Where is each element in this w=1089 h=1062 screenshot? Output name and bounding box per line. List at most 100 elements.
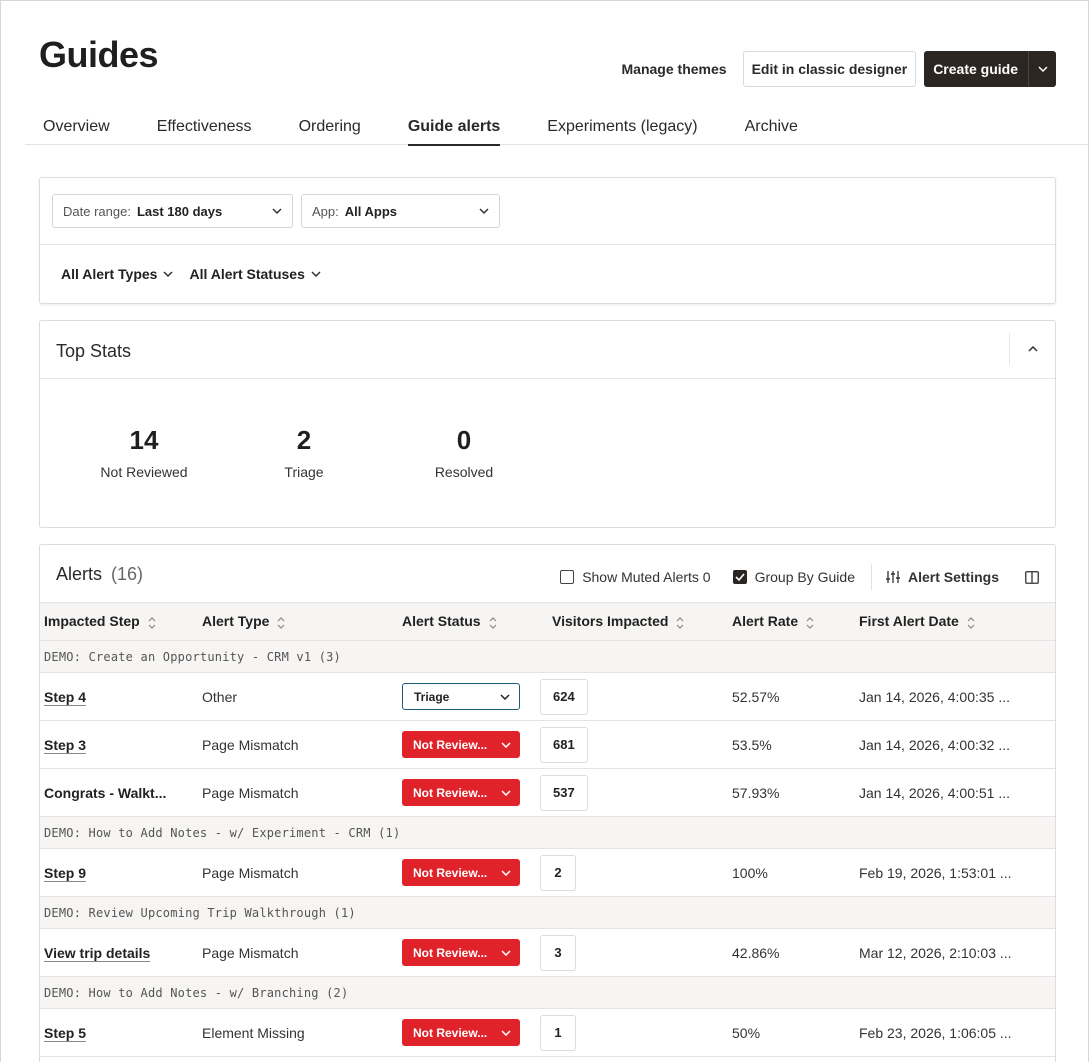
show-muted-checkbox[interactable] (560, 570, 575, 584)
col-alert-rate[interactable]: Alert Rate (728, 603, 855, 641)
create-guide-label: Create guide (933, 61, 1018, 77)
impacted-step-link[interactable]: Step 5 (44, 1025, 86, 1041)
alert-settings-button[interactable]: Alert Settings (885, 569, 999, 585)
guide-group-name: DEMO: Review Upcoming Trip Walkthrough (… (44, 905, 356, 920)
columns-toggle-button[interactable] (1025, 570, 1039, 584)
alert-status-select[interactable]: Not Review... (402, 1019, 520, 1046)
first-alert-date: Mar 12, 2026, 2:10:03 ... (859, 945, 1012, 962)
visitors-impacted-button[interactable]: 3 (540, 934, 576, 971)
col-label: Alert Rate (732, 613, 799, 630)
guide-group-name: DEMO: How to Add Notes - w/ Branching (2… (44, 985, 349, 1000)
alert-types-label: All Alert Types (61, 266, 158, 282)
table-row: Step 5 Element Missing Not Review... 1 5… (40, 1009, 1055, 1057)
collapse-top-stats-button[interactable] (1009, 333, 1055, 365)
alert-status-value: Triage (414, 689, 450, 704)
stat-value: 14 (129, 425, 159, 455)
alert-type: Page Mismatch (202, 944, 299, 961)
guide-group-row: DEMO: How to Add Notes - w/ Branching (2… (40, 976, 1055, 1009)
visitors-impacted-button[interactable]: 2 (540, 854, 576, 891)
alerts-table: Impacted Step Alert Type Alert Status Vi… (40, 602, 1055, 1057)
table-row: Step 4 Other Triage 624 52.57% Jan 14, 2… (40, 673, 1055, 721)
sort-icon (489, 616, 497, 629)
checkmark-icon (735, 573, 745, 581)
alerts-count: (16) (111, 564, 144, 584)
impacted-step-link[interactable]: View trip details (44, 945, 150, 961)
chevron-down-icon (501, 869, 511, 876)
col-label: Alert Type (202, 613, 270, 630)
stat-not-reviewed: 14 Not Reviewed (64, 425, 224, 480)
impacted-step-link[interactable]: Congrats - Walkt... (44, 785, 166, 801)
alert-rate: 50% (732, 1024, 761, 1041)
alert-status-value: Not Review... (413, 785, 488, 800)
tab-experiments-legacy[interactable]: Experiments (legacy) (529, 109, 715, 145)
alert-status-select[interactable]: Triage (402, 683, 520, 710)
create-guide-dropdown[interactable] (1028, 51, 1056, 87)
stat-triage: 2 Triage (224, 425, 384, 480)
sort-icon (967, 616, 975, 629)
alert-type: Element Missing (202, 1024, 305, 1041)
filters-card: Date range: Last 180 days App: All Apps … (39, 177, 1056, 304)
alert-status-select[interactable]: Not Review... (402, 939, 520, 966)
manage-themes-button[interactable]: Manage themes (614, 51, 735, 87)
alerts-header: Alerts (16) Show Muted Alerts 0 Group By… (40, 545, 1055, 602)
show-muted-label: Show Muted Alerts 0 (582, 569, 711, 585)
tab-archive[interactable]: Archive (727, 109, 816, 145)
top-stats-title: Top Stats (56, 341, 132, 361)
chevron-down-icon (501, 949, 511, 956)
alerts-card: Alerts (16) Show Muted Alerts 0 Group By… (39, 544, 1056, 1062)
alert-status-select[interactable]: Not Review... (402, 779, 520, 806)
impacted-step-link[interactable]: Step 3 (44, 737, 86, 753)
table-row: Step 3 Page Mismatch Not Review... 681 5… (40, 721, 1055, 769)
header-actions: Manage themes Edit in classic designer C… (614, 51, 1056, 87)
app-value: All Apps (344, 203, 397, 219)
alert-status-select[interactable]: Not Review... (402, 731, 520, 758)
col-first-alert-date[interactable]: First Alert Date (855, 603, 1055, 641)
columns-icon (1025, 570, 1039, 584)
tab-guide-alerts[interactable]: Guide alerts (390, 109, 518, 146)
impacted-step-link[interactable]: Step 4 (44, 689, 86, 705)
stat-label: Triage (284, 464, 324, 480)
chevron-down-icon (163, 271, 173, 277)
tab-overview[interactable]: Overview (25, 109, 128, 145)
visitors-impacted-button[interactable]: 681 (540, 726, 588, 763)
filter-row-selects: Date range: Last 180 days App: All Apps (40, 178, 1055, 245)
create-guide-button[interactable]: Create guide (924, 51, 1056, 87)
col-label: First Alert Date (859, 613, 959, 630)
guide-group-name: DEMO: How to Add Notes - w/ Experiment -… (44, 825, 401, 840)
stat-value: 2 (296, 425, 312, 455)
chevron-down-icon (500, 693, 510, 700)
filter-row-dropdowns: All Alert Types All Alert Statuses (40, 245, 1055, 303)
alert-status-value: Not Review... (413, 865, 488, 880)
alert-status-select[interactable]: Not Review... (402, 859, 520, 886)
page-frame: Guides Manage themes Edit in classic des… (0, 0, 1089, 1062)
toolbar-divider (870, 564, 872, 590)
edit-classic-designer-button[interactable]: Edit in classic designer (742, 51, 917, 87)
stat-value: 0 (456, 425, 472, 455)
table-row: Step 9 Page Mismatch Not Review... 2 100… (40, 849, 1055, 897)
visitors-impacted-button[interactable]: 624 (540, 678, 588, 715)
group-by-guide-checkbox[interactable] (732, 570, 747, 584)
col-label: Alert Status (402, 613, 481, 630)
tab-ordering[interactable]: Ordering (281, 109, 379, 145)
first-alert-date: Jan 14, 2026, 4:00:35 ... (859, 689, 1011, 706)
col-alert-type[interactable]: Alert Type (198, 603, 398, 641)
alert-rate: 57.93% (732, 784, 780, 801)
guide-group-row: DEMO: How to Add Notes - w/ Experiment -… (40, 816, 1055, 849)
alert-statuses-dropdown[interactable]: All Alert Statuses (189, 266, 321, 282)
alert-types-dropdown[interactable]: All Alert Types (61, 266, 173, 282)
col-alert-status[interactable]: Alert Status (398, 603, 548, 641)
alert-type: Page Mismatch (202, 864, 299, 881)
impacted-step-link[interactable]: Step 9 (44, 865, 86, 881)
table-row: Congrats - Walkt... Page Mismatch Not Re… (40, 769, 1055, 817)
col-impacted-step[interactable]: Impacted Step (40, 603, 198, 641)
alert-statuses-label: All Alert Statuses (189, 266, 305, 282)
alerts-title-text: Alerts (56, 564, 103, 584)
visitors-impacted-button[interactable]: 537 (540, 774, 588, 811)
visitors-impacted-button[interactable]: 1 (540, 1014, 576, 1051)
app-select[interactable]: App: All Apps (301, 194, 500, 228)
alert-rate: 42.86% (732, 944, 780, 961)
col-visitors-impacted[interactable]: Visitors Impacted (548, 603, 728, 641)
tab-effectiveness[interactable]: Effectiveness (139, 109, 270, 145)
table-row: View trip details Page Mismatch Not Revi… (40, 929, 1055, 977)
date-range-select[interactable]: Date range: Last 180 days (52, 194, 293, 228)
